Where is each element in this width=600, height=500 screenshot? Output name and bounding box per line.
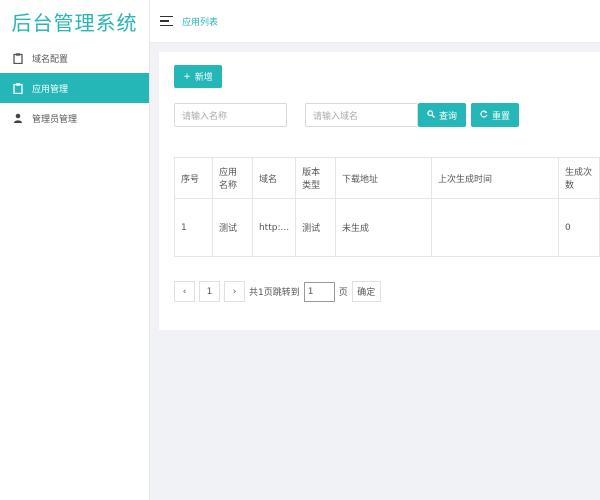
table-row[interactable]: 1 测试 http:... 测试 未生成 0: [174, 198, 600, 257]
prev-page-button[interactable]: ‹: [174, 281, 195, 302]
breadcrumb: 应用列表: [182, 17, 219, 28]
sidebar-item-label: 应用管理: [32, 84, 69, 95]
sidebar-item-app-management[interactable]: 应用管理: [0, 73, 149, 103]
next-page-button[interactable]: ›: [224, 281, 245, 302]
query-button-label: 查询: [438, 111, 457, 122]
page-unit-label: 页: [338, 288, 348, 298]
app-table: 序号 应用名称 域名 版本类型 下载地址 上次生成时间 生成次数 1 测试 ht…: [174, 157, 600, 257]
reset-button-label: 重置: [491, 111, 510, 122]
sidebar-nav: 域名配置 应用管理 管理员管理: [0, 43, 149, 133]
clipboard-icon: [12, 52, 24, 64]
domain-search-input[interactable]: 请输入域名: [305, 103, 418, 127]
column-header[interactable]: 域名: [251, 157, 297, 199]
sidebar-item-domain-config[interactable]: 域名配置: [0, 43, 149, 73]
table-cell: [431, 198, 559, 257]
query-button[interactable]: 查询: [418, 103, 466, 127]
plus-icon: +: [183, 71, 191, 82]
table-header-row: 序号 应用名称 域名 版本类型 下载地址 上次生成时间 生成次数: [174, 157, 600, 199]
column-header[interactable]: 序号: [174, 157, 213, 199]
table-cell: 0: [557, 198, 600, 257]
page-total-text: 共1页跳转到: [249, 288, 300, 298]
search-icon: [427, 109, 435, 121]
pagination: ‹ 1 › 共1页跳转到 1 页 确定: [174, 281, 385, 302]
refresh-icon: [480, 109, 488, 121]
top-header: 应用列表: [150, 0, 600, 43]
sidebar: 后台管理系统 域名配置 应用管理 管理员管理: [0, 0, 150, 500]
page-jump-input[interactable]: 1: [303, 281, 335, 302]
column-header[interactable]: 上次生成时间: [431, 157, 559, 199]
user-icon: [12, 112, 24, 124]
column-header[interactable]: 下载地址: [335, 157, 433, 199]
column-header[interactable]: 版本类型: [295, 157, 337, 199]
column-header[interactable]: 生成次数: [557, 157, 600, 199]
table-cell: 未生成: [335, 198, 433, 257]
confirm-button[interactable]: 确定: [351, 281, 381, 302]
app-title: 后台管理系统: [11, 11, 138, 35]
menu-toggle-icon[interactable]: [160, 16, 173, 26]
sidebar-item-label: 管理员管理: [32, 114, 78, 125]
sidebar-item-admin-management[interactable]: 管理员管理: [0, 103, 149, 133]
add-button[interactable]: + 新增: [174, 65, 222, 88]
table-cell: 测试: [295, 198, 337, 257]
name-search-input[interactable]: 请输入名称: [174, 103, 287, 127]
table-cell: 1: [174, 198, 213, 257]
column-header[interactable]: 应用名称: [211, 157, 253, 199]
reset-button[interactable]: 重置: [471, 103, 519, 127]
sidebar-item-label: 域名配置: [32, 54, 69, 65]
add-button-label: 新增: [194, 73, 213, 83]
clipboard-icon: [12, 82, 24, 94]
table-cell: http:...: [251, 198, 297, 257]
page-number-button[interactable]: 1: [199, 281, 220, 302]
table-cell: 测试: [211, 198, 253, 257]
content-card: + 新增 请输入名称 请输入域名 查询 重置 序号 应用名称 域名 版本类型 下…: [159, 52, 600, 330]
